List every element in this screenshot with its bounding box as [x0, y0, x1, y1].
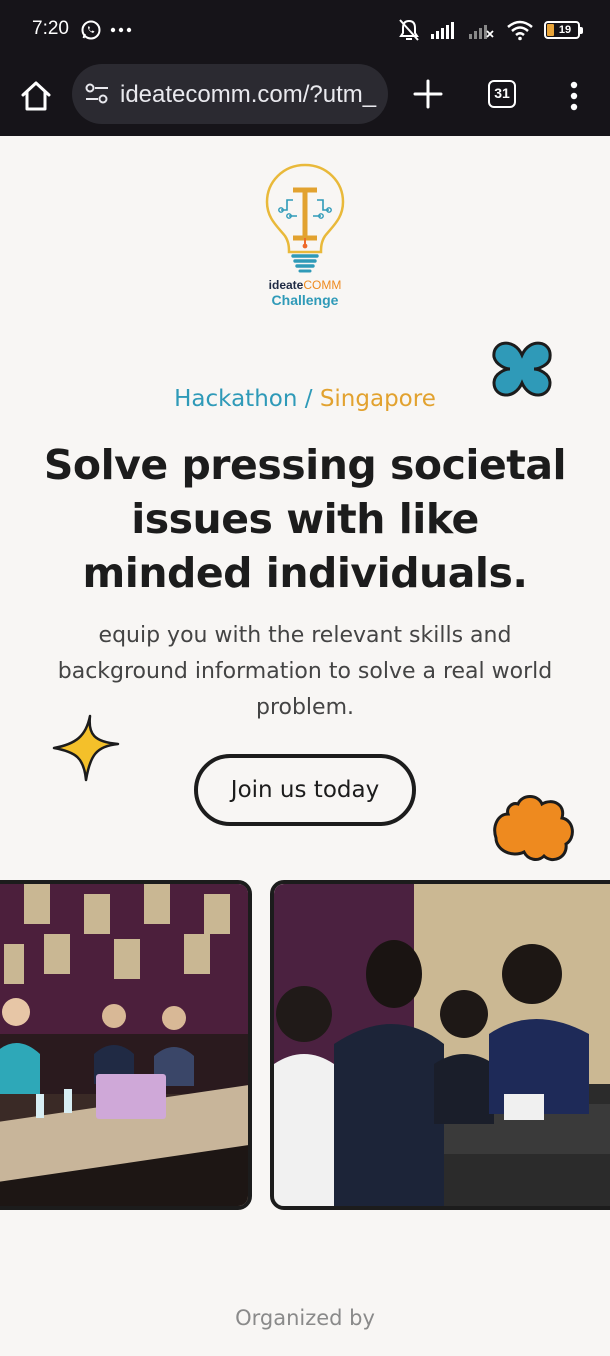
status-time: 7:20: [32, 18, 69, 39]
status-bar: 7:20 19: [0, 0, 610, 60]
signal-icon-2: [469, 25, 494, 39]
auditorium-photo-illustration: [0, 884, 248, 1206]
tabs-icon[interactable]: 31: [488, 80, 516, 108]
logo-wordmark-accent: COMM: [303, 278, 342, 292]
hero-subtext: equip you with the relevant skills and b…: [57, 623, 553, 720]
cloud-shape-icon: [493, 795, 574, 861]
lightbulb-icon: [265, 163, 345, 273]
plus-icon[interactable]: [410, 76, 446, 112]
sparkle-star-icon: [52, 714, 120, 782]
team-photo-illustration: [274, 884, 610, 1206]
hero-headline: Solve pressing societal issues with like…: [43, 441, 567, 597]
join-us-button[interactable]: Join us today: [194, 754, 416, 826]
status-left-icons: [80, 19, 132, 41]
signal-icon: [431, 22, 454, 39]
address-bar[interactable]: ideatecomm.com/?utm_: [72, 64, 388, 124]
hero-eyebrow: Hackathon / Singapore: [0, 386, 610, 412]
tune-icon[interactable]: [84, 82, 110, 106]
whatsapp-icon: [81, 20, 101, 40]
battery-icon: 19: [544, 21, 583, 39]
eyebrow-location: Singapore: [319, 386, 436, 412]
status-right-icons: 19: [398, 18, 583, 42]
more-notifications-icon: [110, 27, 132, 33]
eyebrow-event-type: Hackathon /: [174, 386, 320, 412]
url-text[interactable]: ideatecomm.com/?utm_: [120, 81, 376, 109]
event-photo-auditorium: [0, 880, 252, 1210]
logo-wordmark-prefix: ideate: [268, 278, 304, 292]
organized-by-heading: Organized by: [235, 1306, 375, 1330]
battery-level: 19: [558, 24, 572, 36]
logo-wordmark: ideateCOMM: [255, 278, 355, 292]
browser-toolbar: ideatecomm.com/?utm_ 31: [0, 60, 610, 136]
ideatecomm-logo[interactable]: ideateCOMM Challenge: [255, 160, 355, 315]
logo-subtitle: Challenge: [271, 292, 339, 308]
home-icon[interactable]: [18, 78, 54, 114]
more-vert-icon[interactable]: [562, 78, 586, 114]
wifi-icon: [507, 20, 533, 41]
silent-bell-icon: [399, 19, 419, 41]
event-photo-team: [270, 880, 610, 1210]
